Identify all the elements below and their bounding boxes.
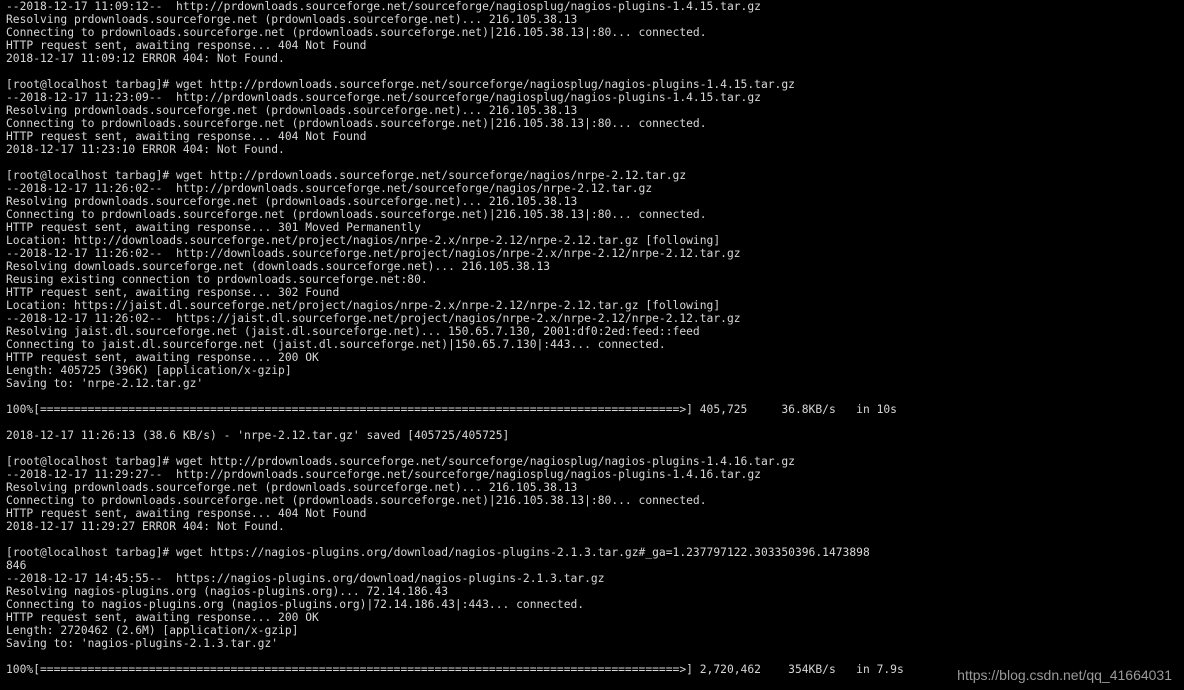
terminal-line: --2018-12-17 11:29:27-- http://prdownloa… — [6, 468, 1178, 481]
terminal-line: Connecting to jaist.dl.sourceforge.net (… — [6, 338, 1178, 351]
terminal-line: HTTP request sent, awaiting response... … — [6, 39, 1178, 52]
terminal-line: 100%[===================================… — [6, 403, 1178, 416]
terminal-line: --2018-12-17 11:23:09-- http://prdownloa… — [6, 91, 1178, 104]
terminal-line: Resolving nagios-plugins.org (nagios-plu… — [6, 585, 1178, 598]
terminal-line: 2018-12-17 11:23:10 ERROR 404: Not Found… — [6, 143, 1178, 156]
terminal-line: HTTP request sent, awaiting response... … — [6, 351, 1178, 364]
terminal-line: Connecting to nagios-plugins.org (nagios… — [6, 598, 1178, 611]
terminal-line: HTTP request sent, awaiting response... … — [6, 130, 1178, 143]
terminal-line: 2018-12-17 11:09:12 ERROR 404: Not Found… — [6, 52, 1178, 65]
terminal-line: --2018-12-17 11:09:12-- http://prdownloa… — [6, 0, 1178, 13]
terminal-line: Resolving prdownloads.sourceforge.net (p… — [6, 481, 1178, 494]
terminal-line: [root@localhost tarbag]# wget http://prd… — [6, 455, 1178, 468]
terminal-line: Resolving prdownloads.sourceforge.net (p… — [6, 13, 1178, 26]
terminal-line: 846 — [6, 559, 1178, 572]
terminal-line: --2018-12-17 14:45:55-- https://nagios-p… — [6, 572, 1178, 585]
terminal-line: --2018-12-17 11:26:02-- http://prdownloa… — [6, 182, 1178, 195]
terminal-line — [6, 676, 1178, 689]
terminal-line: Resolving jaist.dl.sourceforge.net (jais… — [6, 325, 1178, 338]
terminal-line: Connecting to prdownloads.sourceforge.ne… — [6, 494, 1178, 507]
terminal-line: --2018-12-17 11:26:02-- https://jaist.dl… — [6, 312, 1178, 325]
terminal-line: [root@localhost tarbag]# wget http://prd… — [6, 169, 1178, 182]
terminal-line: HTTP request sent, awaiting response... … — [6, 507, 1178, 520]
terminal-line: Connecting to prdownloads.sourceforge.ne… — [6, 26, 1178, 39]
terminal-line: Resolving downloads.sourceforge.net (dow… — [6, 260, 1178, 273]
terminal-line: HTTP request sent, awaiting response... … — [6, 611, 1178, 624]
terminal-line — [6, 156, 1178, 169]
terminal-line: Saving to: 'nagios-plugins-2.1.3.tar.gz' — [6, 637, 1178, 650]
terminal-line: Connecting to prdownloads.sourceforge.ne… — [6, 208, 1178, 221]
terminal-output[interactable]: --2018-12-17 11:09:12-- http://prdownloa… — [0, 0, 1184, 690]
terminal-line: HTTP request sent, awaiting response... … — [6, 221, 1178, 234]
terminal-line: Location: https://jaist.dl.sourceforge.n… — [6, 299, 1178, 312]
terminal-line: Location: http://downloads.sourceforge.n… — [6, 234, 1178, 247]
terminal-line: --2018-12-17 11:26:02-- http://downloads… — [6, 247, 1178, 260]
terminal-line: 2018-12-17 11:26:13 (38.6 KB/s) - 'nrpe-… — [6, 429, 1178, 442]
terminal-line: HTTP request sent, awaiting response... … — [6, 286, 1178, 299]
terminal-line: Connecting to prdownloads.sourceforge.ne… — [6, 117, 1178, 130]
terminal-line — [6, 416, 1178, 429]
terminal-line — [6, 65, 1178, 78]
terminal-line: Saving to: 'nrpe-2.12.tar.gz' — [6, 377, 1178, 390]
terminal-line: Reusing existing connection to prdownloa… — [6, 273, 1178, 286]
terminal-line: Length: 405725 (396K) [application/x-gzi… — [6, 364, 1178, 377]
terminal-line: Resolving prdownloads.sourceforge.net (p… — [6, 195, 1178, 208]
terminal-line: Resolving prdownloads.sourceforge.net (p… — [6, 104, 1178, 117]
terminal-line — [6, 533, 1178, 546]
terminal-line: 100%[===================================… — [6, 663, 1178, 676]
terminal-line: 2018-12-17 11:29:27 ERROR 404: Not Found… — [6, 520, 1178, 533]
terminal-line: [root@localhost tarbag]# wget https://na… — [6, 546, 1178, 559]
terminal-line — [6, 442, 1178, 455]
terminal-line — [6, 650, 1178, 663]
terminal-line: Length: 2720462 (2.6M) [application/x-gz… — [6, 624, 1178, 637]
terminal-line: [root@localhost tarbag]# wget http://prd… — [6, 78, 1178, 91]
terminal-line — [6, 390, 1178, 403]
